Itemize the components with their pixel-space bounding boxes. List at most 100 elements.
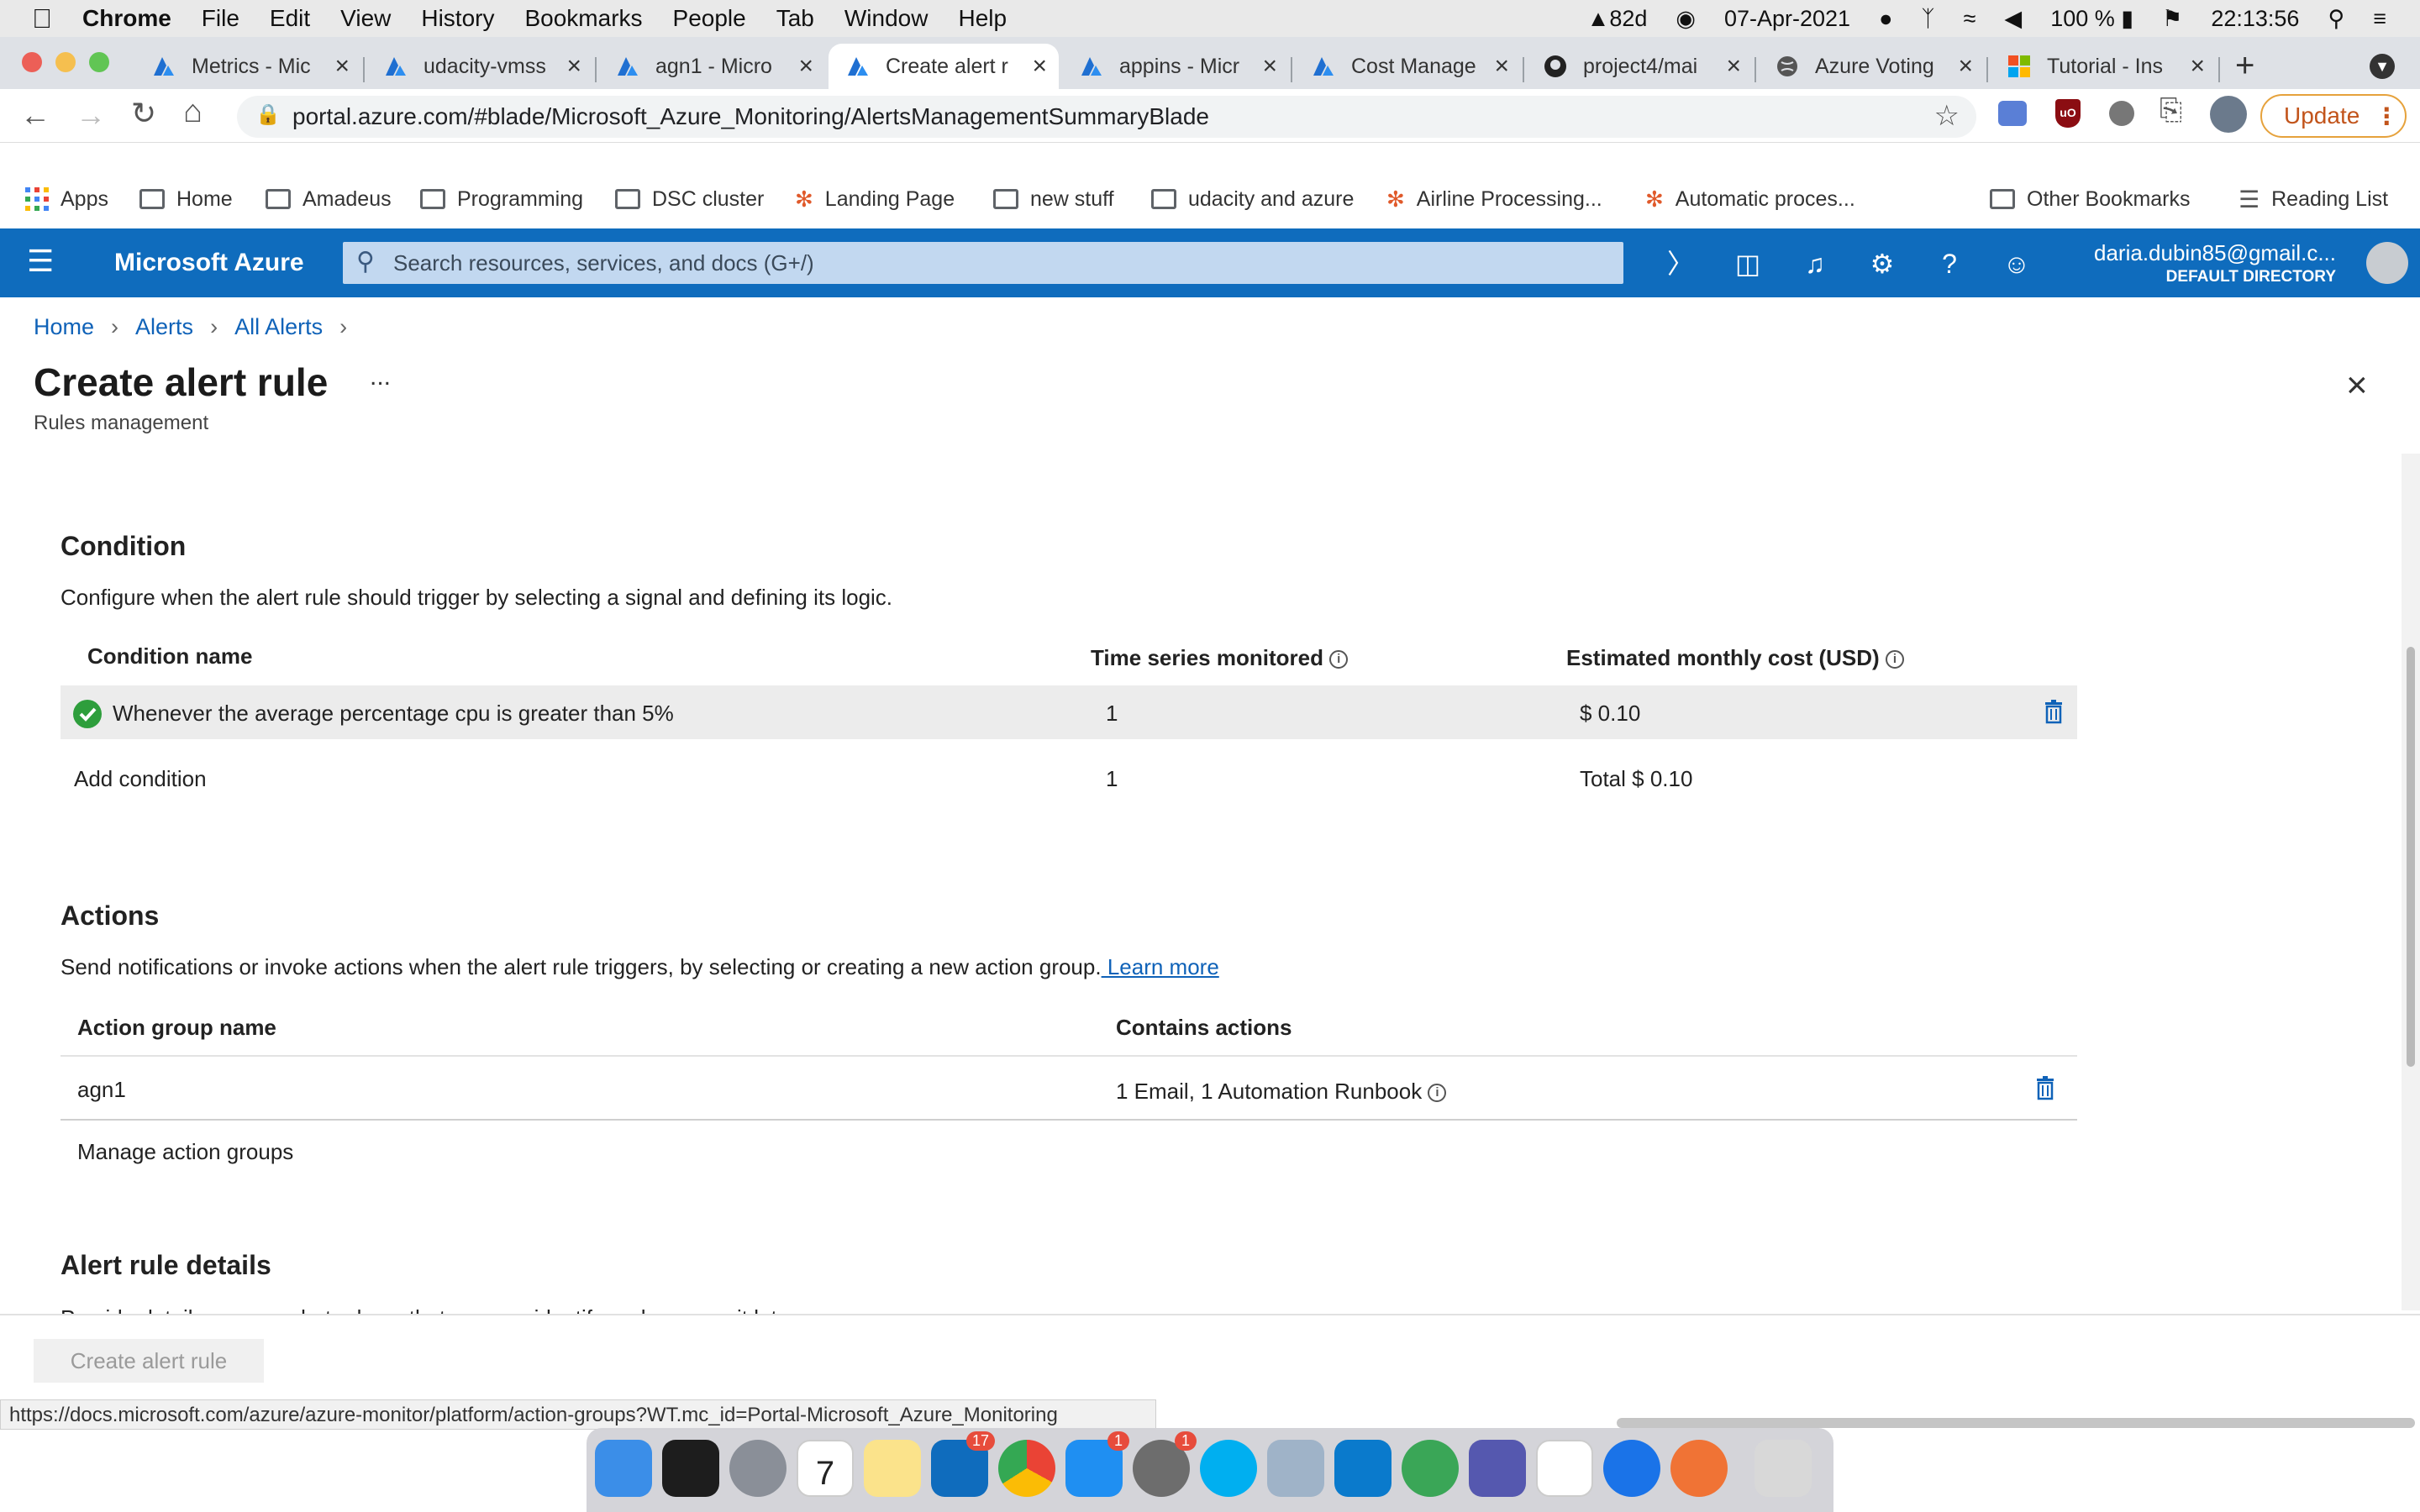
vscode-icon[interactable]: [1334, 1440, 1392, 1497]
system-preferences-icon[interactable]: 1: [1133, 1431, 1197, 1497]
add-condition-link[interactable]: Add condition: [74, 766, 207, 792]
launchpad-rocket-icon[interactable]: [729, 1440, 786, 1497]
wifi-icon[interactable]: ≈: [1964, 6, 1976, 32]
close-tab-icon[interactable]: ×: [1262, 52, 1277, 81]
close-tab-icon[interactable]: ×: [1032, 52, 1047, 81]
manage-action-groups-link[interactable]: Manage action groups: [77, 1139, 293, 1165]
close-tab-icon[interactable]: ×: [1494, 52, 1509, 81]
browser-tab[interactable]: udacity-vmss ×: [366, 44, 593, 89]
settings-gear-icon[interactable]: ⚙: [1865, 247, 1899, 281]
ublock-extension-icon[interactable]: uO: [2055, 99, 2081, 128]
update-button[interactable]: Update ⋮: [2260, 94, 2407, 138]
browser-tab-active[interactable]: Create alert r ×: [829, 44, 1059, 89]
battery-status[interactable]: 100 % ▮: [2050, 6, 2133, 32]
spotlight-search-icon[interactable]: ⚲: [2328, 6, 2344, 32]
temperature-status[interactable]: ▲82d: [1587, 6, 1648, 32]
scrollbar-thumb[interactable]: [2407, 647, 2415, 1067]
date-status[interactable]: 07-Apr-2021: [1724, 6, 1850, 32]
browser-tab[interactable]: agn1 - Micro ×: [598, 44, 825, 89]
home-icon[interactable]: ⌂: [183, 94, 203, 130]
browser-tab[interactable]: Azure Voting ×: [1758, 44, 1985, 89]
activity-status-icon[interactable]: ●: [1879, 6, 1892, 32]
condition-name-link[interactable]: Whenever the average percentage cpu is g…: [113, 701, 674, 727]
menu-file[interactable]: File: [202, 5, 239, 32]
menu-help[interactable]: Help: [958, 5, 1007, 32]
lock-icon[interactable]: 🔒: [255, 102, 281, 127]
vpn-globe-icon[interactable]: [1402, 1440, 1459, 1497]
app-store-icon[interactable]: 1: [1065, 1431, 1129, 1497]
bookmark-automatic-process[interactable]: ✻ Automatic proces...: [1645, 176, 1855, 222]
tableau-icon[interactable]: [1536, 1440, 1593, 1497]
calendar-icon[interactable]: 7: [797, 1440, 854, 1497]
menu-bookmarks[interactable]: Bookmarks: [524, 5, 642, 32]
bookmark-star-icon[interactable]: ☆: [1934, 99, 1960, 133]
bookmark-landing-page[interactable]: ✻ Landing Page: [795, 176, 955, 222]
zoom-window-button[interactable]: [89, 52, 109, 72]
bookmark-folder-new-stuff[interactable]: new stuff: [993, 176, 1114, 222]
delete-trash-icon[interactable]: [2044, 699, 2064, 724]
menu-window[interactable]: Window: [844, 5, 929, 32]
chrome-icon[interactable]: [998, 1440, 1055, 1497]
control-center-icon[interactable]: ≡: [2373, 6, 2386, 32]
menu-people[interactable]: People: [673, 5, 746, 32]
user-avatar[interactable]: [2366, 242, 2408, 284]
bookmark-folder-udacity[interactable]: udacity and azure: [1151, 176, 1354, 222]
hamburger-menu-icon[interactable]: ☰: [27, 244, 54, 279]
info-icon[interactable]: i: [1885, 650, 1904, 669]
info-icon[interactable]: i: [1329, 650, 1349, 669]
camera-extension-icon[interactable]: [1998, 101, 2027, 126]
reload-icon[interactable]: ↻: [131, 96, 156, 131]
browser-tab[interactable]: appins - Micr ×: [1062, 44, 1289, 89]
directory-filter-icon[interactable]: ◫: [1731, 247, 1765, 281]
outlook-icon[interactable]: 17: [931, 1431, 995, 1497]
preview-icon[interactable]: [1267, 1440, 1324, 1497]
cloud-shell-icon[interactable]: 〉: [1664, 247, 1697, 281]
new-tab-plus-icon[interactable]: +: [2235, 47, 2254, 85]
bookmark-folder-amadeus[interactable]: Amadeus: [266, 176, 392, 222]
account-info[interactable]: daria.dubin85@gmail.c... DEFAULT DIRECTO…: [2050, 240, 2336, 286]
info-icon[interactable]: i: [1428, 1084, 1447, 1103]
tab-search-chevron-icon[interactable]: ▼: [2370, 54, 2395, 79]
extensions-puzzle-icon[interactable]: ⎘: [2160, 94, 2182, 127]
more-options-icon[interactable]: ...: [370, 363, 391, 391]
menu-view[interactable]: View: [340, 5, 391, 32]
breadcrumb-alerts[interactable]: Alerts: [135, 314, 193, 340]
azure-search-input[interactable]: ⚲ Search resources, services, and docs (…: [343, 242, 1623, 284]
close-window-button[interactable]: [22, 52, 42, 72]
back-arrow-icon[interactable]: ←: [20, 97, 50, 133]
browser-tab[interactable]: Metrics - Mic ×: [134, 44, 361, 89]
browser-tab[interactable]: Cost Manage ×: [1294, 44, 1521, 89]
postman-icon[interactable]: [1670, 1440, 1728, 1497]
close-tab-icon[interactable]: ×: [1958, 52, 1973, 81]
address-bar[interactable]: 🔒 portal.azure.com/#blade/Microsoft_Azur…: [237, 96, 1976, 138]
bookmark-folder-home[interactable]: Home: [139, 176, 233, 222]
vertical-scrollbar[interactable]: [2402, 454, 2420, 1310]
close-tab-icon[interactable]: ×: [566, 52, 581, 81]
trash-bin-icon[interactable]: [1754, 1440, 1812, 1497]
extension-circle-icon[interactable]: [2109, 101, 2134, 126]
close-blade-icon[interactable]: ×: [2346, 365, 2368, 407]
forward-arrow-icon[interactable]: →: [76, 97, 106, 133]
bookmark-apps[interactable]: Apps: [25, 176, 108, 222]
feedback-smiley-icon[interactable]: ☺: [2000, 247, 2033, 281]
notifications-bell-icon[interactable]: ♫: [1798, 247, 1832, 281]
notes-icon[interactable]: [864, 1440, 921, 1497]
browser-tab[interactable]: Tutorial - Ins ×: [1990, 44, 2217, 89]
close-tab-icon[interactable]: ×: [2190, 52, 2205, 81]
terminal-icon[interactable]: [662, 1440, 719, 1497]
menu-history[interactable]: History: [421, 5, 494, 32]
flag-icon[interactable]: ⚑: [2162, 6, 2182, 32]
menu-edit[interactable]: Edit: [270, 5, 310, 32]
profile-avatar[interactable]: [2210, 96, 2247, 133]
clock[interactable]: 22:13:56: [2211, 6, 2299, 32]
close-tab-icon[interactable]: ×: [798, 52, 813, 81]
delete-trash-icon[interactable]: [2035, 1075, 2055, 1100]
minimize-window-button[interactable]: [55, 52, 76, 72]
bookmark-airline-processing[interactable]: ✻ Airline Processing...: [1386, 176, 1602, 222]
browser-tab[interactable]: project4/mai ×: [1526, 44, 1753, 89]
bluetooth-icon[interactable]: ᛉ: [1921, 6, 1934, 32]
globe-status-icon[interactable]: ◉: [1676, 6, 1696, 32]
location-pin-icon[interactable]: [1603, 1440, 1660, 1497]
bookmark-folder-programming[interactable]: Programming: [420, 176, 583, 222]
close-tab-icon[interactable]: ×: [334, 52, 350, 81]
